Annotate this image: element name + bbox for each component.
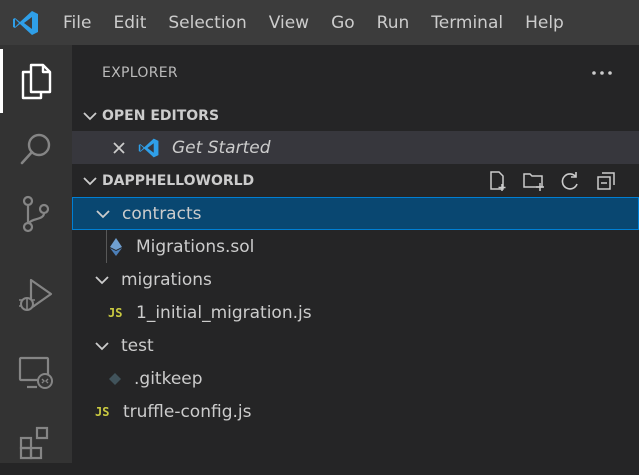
menu-bar: File Edit Selection View Go Run Terminal… <box>52 0 575 45</box>
tree-file-migrations-sol[interactable]: Migrations.sol <box>72 230 639 263</box>
source-control-icon <box>22 195 50 233</box>
activity-explorer[interactable] <box>0 49 72 113</box>
explorer-sidebar: EXPLORER OPEN EDITORS Get Started DAPPHE… <box>72 45 639 463</box>
workspace-label: DAPPHELLOWORLD <box>102 173 255 189</box>
js-icon: JS <box>95 404 110 419</box>
explorer-title: EXPLORER <box>102 65 178 81</box>
extensions-icon <box>19 426 49 460</box>
explorer-toolbar <box>485 165 619 197</box>
new-folder-icon[interactable] <box>521 168 547 194</box>
tree-label: .gitkeep <box>134 368 203 389</box>
tree-label: Migrations.sol <box>136 236 255 257</box>
js-icon: JS <box>108 305 123 320</box>
activity-source-control[interactable] <box>0 182 72 246</box>
open-editors-label: OPEN EDITORS <box>102 108 220 124</box>
chevron-down-icon <box>95 341 115 351</box>
menu-go[interactable]: Go <box>320 0 366 45</box>
open-editor-item[interactable]: Get Started <box>72 131 639 164</box>
run-debug-icon <box>19 278 53 311</box>
activity-remote-explorer[interactable] <box>0 341 72 405</box>
ethereum-icon <box>110 237 126 256</box>
vscode-logo-icon <box>138 137 162 159</box>
close-icon[interactable] <box>112 141 130 155</box>
activity-extensions[interactable] <box>0 411 72 475</box>
tree-folder-test[interactable]: test <box>72 329 639 362</box>
git-icon <box>108 372 126 386</box>
chevron-down-icon <box>78 111 102 121</box>
menu-run[interactable]: Run <box>366 0 421 45</box>
collapse-all-icon[interactable] <box>593 168 619 194</box>
tree-label: contracts <box>122 203 202 224</box>
tree-file-truffle-config[interactable]: JS truffle-config.js <box>72 395 639 428</box>
menu-help[interactable]: Help <box>514 0 575 45</box>
menu-terminal[interactable]: Terminal <box>420 0 514 45</box>
vscode-logo-icon <box>0 0 52 45</box>
tree-label: 1_initial_migration.js <box>136 302 312 323</box>
tree-label: migrations <box>121 269 212 290</box>
activity-search[interactable] <box>0 117 72 181</box>
tree-label: truffle-config.js <box>123 401 252 422</box>
workspace-header[interactable]: DAPPHELLOWORLD <box>72 165 639 197</box>
tree-folder-migrations[interactable]: migrations <box>72 263 639 296</box>
menu-file[interactable]: File <box>52 0 102 45</box>
refresh-icon[interactable] <box>557 168 583 194</box>
tree-file-1-initial-migration[interactable]: JS 1_initial_migration.js <box>72 296 639 329</box>
tree-folder-contracts[interactable]: contracts <box>72 197 639 230</box>
activity-run-debug[interactable] <box>0 263 72 327</box>
explorer-header: EXPLORER <box>72 45 639 101</box>
new-file-icon[interactable] <box>485 168 511 194</box>
remote-explorer-icon <box>18 356 53 389</box>
chevron-down-icon <box>78 176 102 186</box>
activity-bar <box>0 45 72 463</box>
menu-selection[interactable]: Selection <box>157 0 257 45</box>
title-bar: File Edit Selection View Go Run Terminal… <box>0 0 639 45</box>
search-icon <box>20 133 51 165</box>
files-icon <box>21 63 52 100</box>
tree-file-gitkeep[interactable]: .gitkeep <box>72 362 639 395</box>
chevron-down-icon <box>96 209 116 219</box>
open-editors-header[interactable]: OPEN EDITORS <box>72 100 639 132</box>
menu-view[interactable]: View <box>258 0 320 45</box>
open-editor-label: Get Started <box>172 137 271 158</box>
tree-label: test <box>121 335 154 356</box>
more-actions-icon[interactable] <box>587 58 617 88</box>
menu-edit[interactable]: Edit <box>102 0 157 45</box>
chevron-down-icon <box>95 275 115 285</box>
